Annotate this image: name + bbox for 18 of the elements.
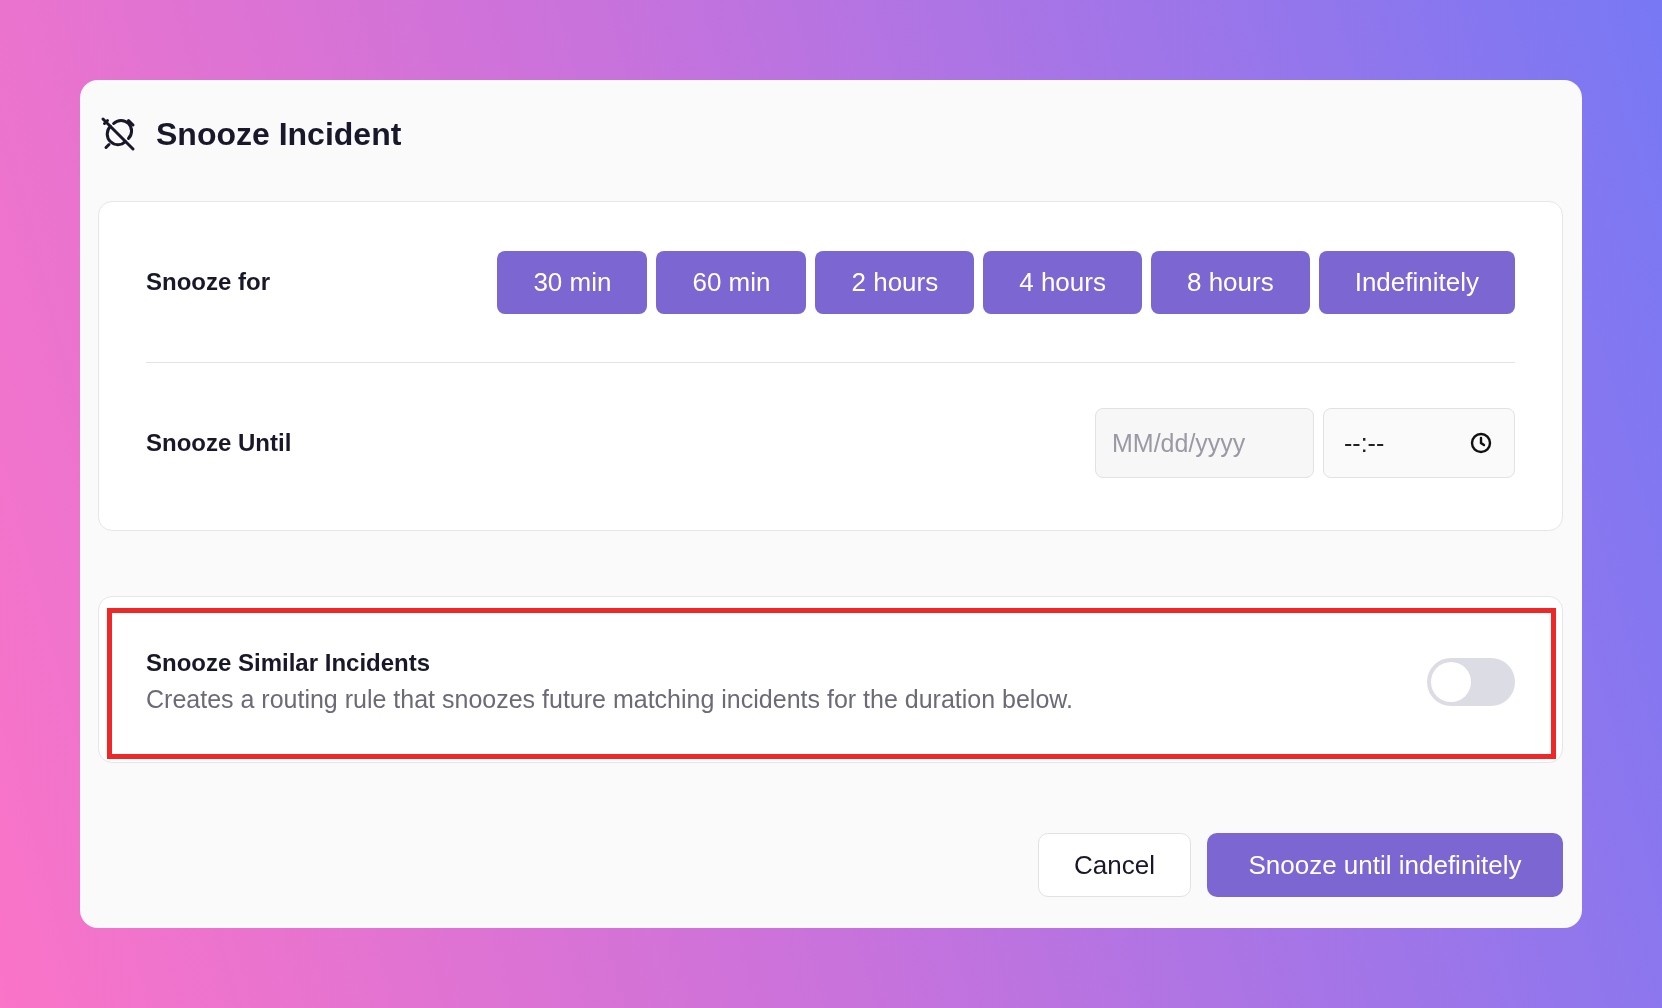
clock-icon	[1469, 431, 1493, 455]
similar-description: Creates a routing rule that snoozes future matching incidents for the duration below.	[146, 685, 1073, 714]
snooze-until-label: Snooze Until	[146, 429, 292, 457]
snooze-button[interactable]: Snooze until indefinitely	[1207, 833, 1563, 897]
duration-button[interactable]: 2 hours	[815, 250, 975, 314]
duration-button[interactable]: 4 hours	[983, 250, 1142, 314]
duration-button[interactable]: 30 min	[497, 250, 648, 314]
snooze-for-label: Snooze for	[146, 268, 270, 296]
date-field[interactable]: MM/dd/yyyy	[1095, 408, 1314, 478]
cancel-button[interactable]: Cancel	[1038, 833, 1191, 897]
time-field[interactable]: --:--	[1323, 408, 1515, 478]
duration-button[interactable]: 60 min	[656, 250, 807, 314]
toggle-switch[interactable]	[1427, 657, 1515, 706]
alarm-off-icon	[100, 116, 136, 152]
similar-title: Snooze Similar Incidents	[146, 649, 432, 677]
duration-button[interactable]: Indefinitely	[1318, 250, 1515, 314]
dialog-title: Snooze Incident	[156, 115, 402, 153]
duration-button[interactable]: 8 hours	[1150, 250, 1310, 314]
